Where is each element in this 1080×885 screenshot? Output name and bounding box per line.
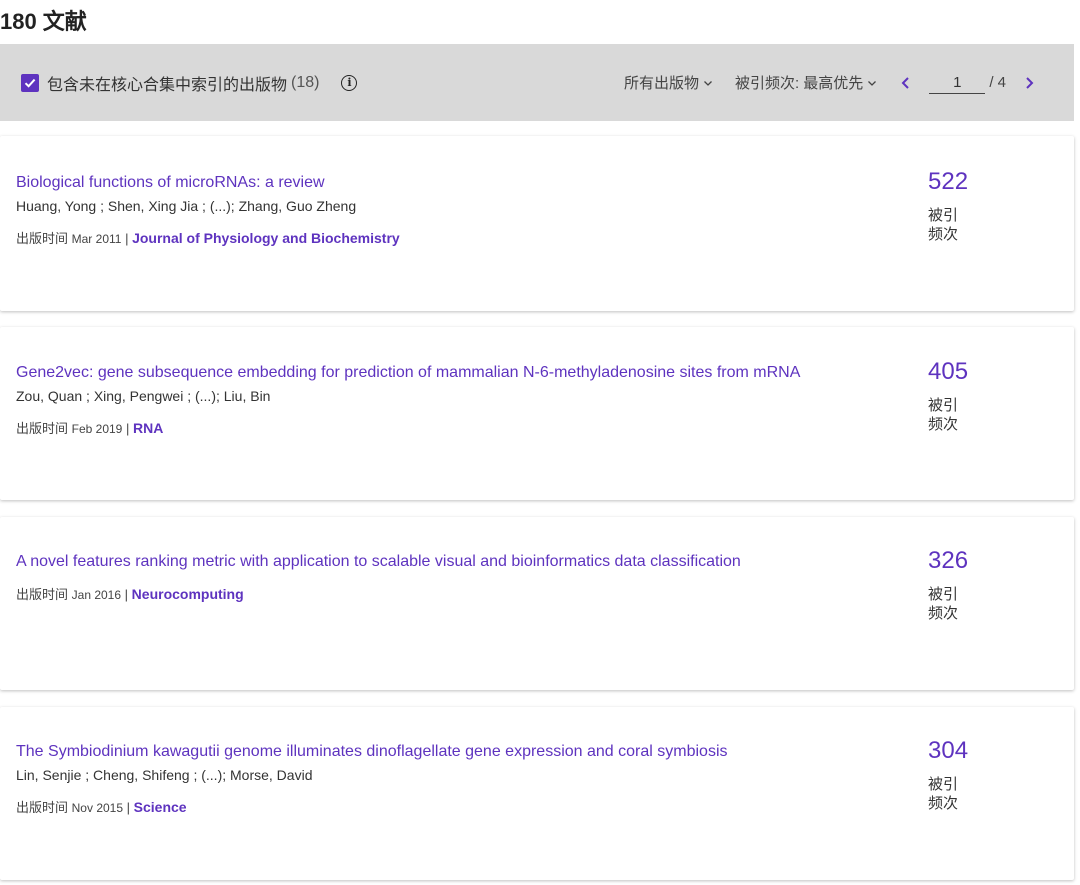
results-heading: 180 文献: [0, 4, 87, 34]
pub-date: Nov 2015: [71, 801, 124, 815]
citation-count[interactable]: 522: [928, 168, 968, 196]
meta-separator: |: [126, 800, 131, 815]
page-number-input[interactable]: [929, 71, 986, 94]
record-meta: 出版时间 Mar 2011 | Journal of Physiology an…: [16, 228, 400, 247]
citation-count[interactable]: 405: [928, 358, 968, 386]
record-title[interactable]: Gene2vec: gene subsequence embedding for…: [16, 364, 800, 382]
citation-label: 被引频次: [928, 586, 959, 622]
checkmark-icon: [24, 78, 36, 88]
record-card: Gene2vec: gene subsequence embedding for…: [0, 327, 1074, 500]
record-title[interactable]: Biological functions of microRNAs: a rev…: [16, 174, 325, 192]
citation-label: 被引频次: [928, 776, 959, 812]
pub-date-prefix: 出版时间: [16, 421, 69, 436]
record-card: The Symbiodinium kawagutii genome illumi…: [0, 707, 1074, 880]
results-label: 文献: [42, 9, 87, 34]
results-toolbar: 包含未在核心合集中索引的出版物 (18) i 所有出版物 被引频次: 最高优先 …: [0, 44, 1074, 121]
page-total: / 4: [989, 74, 1006, 91]
pub-date-prefix: 出版时间: [16, 587, 69, 602]
record-card: A novel features ranking metric with app…: [0, 517, 1074, 690]
journal-link[interactable]: Journal of Physiology and Biochemistry: [132, 230, 400, 246]
pub-date-prefix: 出版时间: [16, 231, 69, 246]
record-title[interactable]: A novel features ranking metric with app…: [16, 553, 741, 571]
record-authors[interactable]: Lin, Senjie ; Cheng, Shifeng ; (...); Mo…: [16, 767, 312, 783]
meta-separator: |: [125, 231, 129, 246]
chevron-down-icon: [704, 80, 712, 86]
publication-filter-dropdown[interactable]: 所有出版物: [624, 72, 713, 93]
sort-label: 被引频次: 最高优先: [734, 75, 864, 92]
include-non-core-checkbox[interactable]: [21, 73, 39, 92]
chevron-down-icon: [868, 80, 877, 86]
pub-date: Jan 2016: [71, 588, 122, 602]
journal-link[interactable]: RNA: [133, 420, 163, 436]
record-authors[interactable]: Zou, Quan ; Xing, Pengwei ; (...); Liu, …: [16, 388, 270, 404]
include-non-core-count: (18): [291, 73, 320, 91]
publication-filter-label: 所有出版物: [623, 75, 699, 92]
citation-label: 被引频次: [928, 207, 959, 243]
journal-link[interactable]: Neurocomputing: [132, 586, 244, 602]
pagination: / 4: [899, 71, 1036, 94]
journal-link[interactable]: Science: [134, 799, 187, 815]
pub-date: Feb 2019: [71, 422, 123, 436]
sort-dropdown[interactable]: 被引频次: 最高优先: [735, 72, 877, 93]
info-icon[interactable]: i: [341, 74, 358, 91]
chevron-right-icon[interactable]: [1022, 76, 1036, 90]
results-count: 180: [0, 9, 37, 34]
pub-date: Mar 2011: [71, 232, 122, 246]
citation-label: 被引频次: [928, 397, 959, 433]
pub-date-prefix: 出版时间: [16, 800, 69, 815]
citation-count[interactable]: 304: [928, 737, 968, 765]
meta-separator: |: [125, 421, 130, 436]
record-meta: 出版时间 Feb 2019 | RNA: [16, 418, 163, 437]
include-non-core-label[interactable]: 包含未在核心合集中索引的出版物: [47, 71, 287, 95]
record-title[interactable]: The Symbiodinium kawagutii genome illumi…: [16, 743, 728, 761]
record-authors[interactable]: Huang, Yong ; Shen, Xing Jia ; (...); Zh…: [16, 198, 356, 214]
record-card: Biological functions of microRNAs: a rev…: [0, 136, 1074, 311]
meta-separator: |: [124, 587, 129, 602]
record-meta: 出版时间 Nov 2015 | Science: [16, 797, 187, 816]
chevron-left-icon[interactable]: [899, 76, 913, 90]
citation-count[interactable]: 326: [928, 547, 968, 575]
record-meta: 出版时间 Jan 2016 | Neurocomputing: [16, 584, 244, 603]
